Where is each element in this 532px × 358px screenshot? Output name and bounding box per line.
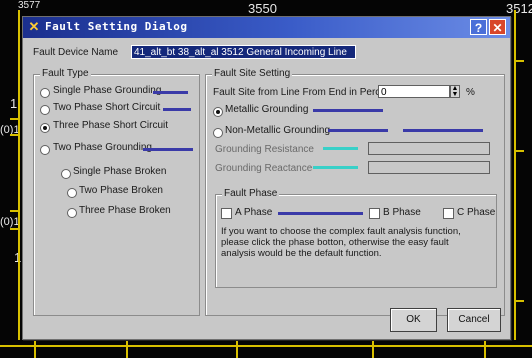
radio-metallic-grounding[interactable] [213,107,223,117]
reactance-label: Grounding Reactance [215,163,313,174]
bus-tick [10,210,20,212]
phase-info-text: If you want to choose the complex fault … [221,226,501,259]
resistance-input[interactable] [368,142,490,155]
bus-label: 1 [10,96,18,111]
close-button[interactable]: ✕ [489,19,506,35]
cancel-button[interactable]: Cancel [447,308,501,332]
artifact-stripe [313,166,358,169]
fault-device-label: Fault Device Name [33,47,119,58]
option-label: Two Phase Short Circuit [53,102,161,113]
percent-label: Fault Site from Line From End in Percent [213,87,395,98]
artifact-stripe [313,109,383,112]
feeder-line [34,338,36,358]
phase-label: C Phase [457,207,496,218]
dialog-title: Fault Setting Dialog [45,20,188,33]
reactance-input[interactable] [368,161,490,174]
bus-label: 3512 [506,1,532,16]
option-label: Single Phase Broken [73,166,167,177]
bus-line [18,10,20,340]
feeder-line [484,338,486,358]
bus-tick [514,60,524,62]
bus-tick [10,134,20,136]
artifact-stripe [403,129,483,132]
info-line: analysis would be the default function. [221,248,382,259]
fault-phase-title: Fault Phase [222,188,280,199]
option-label: Single Phase Grounding [53,85,162,96]
percent-spinner[interactable]: ▲ ▼ [450,85,460,98]
artifact-stripe [323,147,358,150]
phase-label: B Phase [383,207,421,218]
artifact-stripe [328,129,388,132]
feeder-line [236,338,238,358]
bus-label: 3550 [248,1,277,16]
artifact-stripe [143,148,193,151]
radio-three-phase-broken[interactable] [67,208,77,218]
phase-label: A Phase [235,207,273,218]
fault-type-title: Fault Type [40,68,91,79]
radio-non-metallic-grounding[interactable] [213,128,223,138]
radio-two-phase-broken[interactable] [67,188,77,198]
percent-unit: % [466,87,475,98]
title-bar[interactable]: ✕ Fault Setting Dialog ? ✕ [23,17,510,38]
info-line: please click the phase botton, otherwise… [221,237,449,248]
bus-label: (0)1 [0,216,20,228]
resistance-label: Grounding Resistance [215,144,314,155]
artifact-stripe [278,212,363,215]
checkbox-a-phase[interactable] [221,208,232,219]
artifact-stripe [153,91,188,94]
radio-two-phase-grounding[interactable] [40,145,50,155]
option-label: Non-Metallic Grounding [225,125,331,136]
feeder-line [126,338,128,358]
bus-tick [10,118,20,120]
bus-label: 3577 [18,0,41,11]
info-line: If you want to choose the complex fault … [221,226,461,237]
feeder-line [372,338,374,358]
bus-tick [514,300,524,302]
help-button[interactable]: ? [470,19,487,35]
lightning-icon: ✕ [28,19,40,34]
option-label: Three Phase Short Circuit [53,120,169,131]
artifact-stripe [163,108,191,111]
radio-single-phase-grounding[interactable] [40,88,50,98]
percent-input[interactable]: 0 [378,85,450,98]
bus-tick [10,228,20,230]
option-label: Three Phase Broken [79,205,171,216]
checkbox-c-phase[interactable] [443,208,454,219]
option-label: Two Phase Broken [79,185,163,196]
ok-button[interactable]: OK [390,308,437,332]
radio-two-phase-short-circuit[interactable] [40,105,50,115]
fault-setting-dialog: ✕ Fault Setting Dialog ? ✕ Fault Device … [22,16,511,340]
option-label: Two Phase Grounding [53,142,152,153]
checkbox-b-phase[interactable] [369,208,380,219]
fault-site-title: Fault Site Setting [212,68,293,79]
option-label: Metallic Grounding [225,104,309,115]
radio-single-phase-broken[interactable] [61,169,71,179]
radio-three-phase-short-circuit[interactable] [40,123,50,133]
fault-device-input[interactable]: 41_alt_bt 38_alt_al 3512 General Incomin… [131,45,356,59]
bus-line [0,345,532,347]
bus-tick [514,150,524,152]
